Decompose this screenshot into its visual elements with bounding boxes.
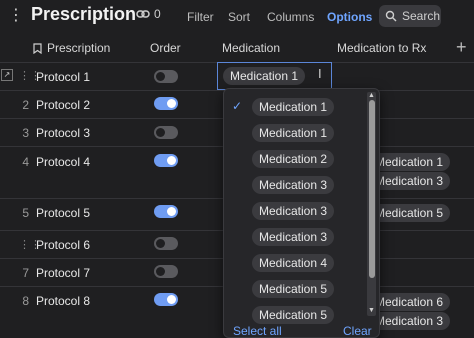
scroll-up-icon[interactable]: ▲ [368, 92, 375, 99]
sort-button[interactable]: Sort [228, 10, 250, 24]
dropdown-option[interactable]: Medication 5 [252, 280, 335, 298]
page-title: Prescription [31, 4, 137, 24]
column-header-medication-to-rx[interactable]: Medication to Rx [337, 41, 426, 55]
selected-medication-chip[interactable]: Medication 1 [223, 67, 306, 85]
expand-row-icon[interactable]: ↗ [1, 69, 13, 81]
med-to-rx-chip[interactable]: Medication 3 [368, 312, 451, 330]
order-toggle[interactable] [154, 97, 178, 110]
add-column-icon[interactable]: + [456, 38, 467, 56]
scrollbar-thumb[interactable] [369, 100, 375, 278]
link-count-value: 0 [154, 7, 161, 21]
row-number: 4 [22, 155, 29, 169]
row-number: 5 [22, 206, 29, 220]
dropdown-option[interactable]: Medication 5 [252, 306, 335, 324]
order-toggle[interactable] [154, 205, 178, 218]
search-label: Search [402, 9, 441, 23]
filter-button[interactable]: Filter [187, 10, 214, 24]
order-toggle[interactable] [154, 237, 178, 250]
medication-dropdown[interactable]: ✓ Medication 1 Medication 1 Medication 2… [223, 88, 380, 338]
row-name[interactable]: Protocol 7 [36, 266, 90, 280]
row-name[interactable]: Protocol 6 [36, 238, 90, 252]
row-number: 7 [22, 266, 29, 280]
dropdown-option[interactable]: Medication 3 [252, 202, 335, 220]
column-header-medication[interactable]: Medication [222, 41, 280, 55]
columns-button[interactable]: Columns [267, 10, 314, 24]
link-icon [136, 10, 150, 18]
dropdown-option[interactable]: Medication 1 [252, 98, 335, 116]
more-options-icon[interactable]: ⋮ [8, 8, 24, 24]
scroll-down-icon[interactable]: ▼ [368, 307, 375, 314]
order-toggle[interactable] [154, 265, 178, 278]
row-number: 3 [22, 126, 29, 140]
order-toggle[interactable] [154, 293, 178, 306]
dropdown-option[interactable]: Medication 1 [252, 124, 335, 142]
clear-button[interactable]: Clear [343, 324, 372, 338]
row-number: 2 [22, 98, 29, 112]
row-name[interactable]: Protocol 8 [36, 294, 90, 308]
row-name[interactable]: Protocol 4 [36, 155, 90, 169]
order-toggle[interactable] [154, 154, 178, 167]
link-count[interactable]: 0 [136, 7, 161, 21]
column-header-label: Prescription [47, 41, 111, 55]
search-icon [385, 10, 397, 22]
dropdown-option[interactable]: Medication 3 [252, 228, 335, 246]
order-toggle[interactable] [154, 126, 178, 139]
options-button[interactable]: Options [327, 10, 372, 24]
search-button[interactable]: Search [379, 5, 441, 27]
med-to-rx-chip[interactable]: Medication 6 [368, 293, 451, 311]
text-cursor-icon: I [318, 66, 322, 81]
dropdown-option[interactable]: Medication 3 [252, 176, 335, 194]
row-name[interactable]: Protocol 1 [36, 70, 90, 84]
select-all-button[interactable]: Select all [233, 324, 282, 338]
row-name[interactable]: Protocol 3 [36, 126, 90, 140]
row-name[interactable]: Protocol 5 [36, 206, 90, 220]
dropdown-option[interactable]: Medication 2 [252, 150, 335, 168]
column-header-prescription[interactable]: Prescription [33, 41, 110, 55]
row-number: 8 [22, 294, 29, 308]
column-header-order[interactable]: Order [150, 41, 181, 55]
bookmark-icon [33, 42, 42, 54]
checkmark-icon: ✓ [232, 99, 243, 113]
row-name[interactable]: Protocol 2 [36, 98, 90, 112]
dropdown-option[interactable]: Medication 4 [252, 254, 335, 272]
order-toggle[interactable] [154, 70, 178, 83]
med-to-rx-chip[interactable]: Medication 3 [368, 172, 451, 190]
med-to-rx-chip[interactable]: Medication 1 [368, 153, 451, 171]
med-to-rx-chip[interactable]: Medication 5 [368, 204, 451, 222]
